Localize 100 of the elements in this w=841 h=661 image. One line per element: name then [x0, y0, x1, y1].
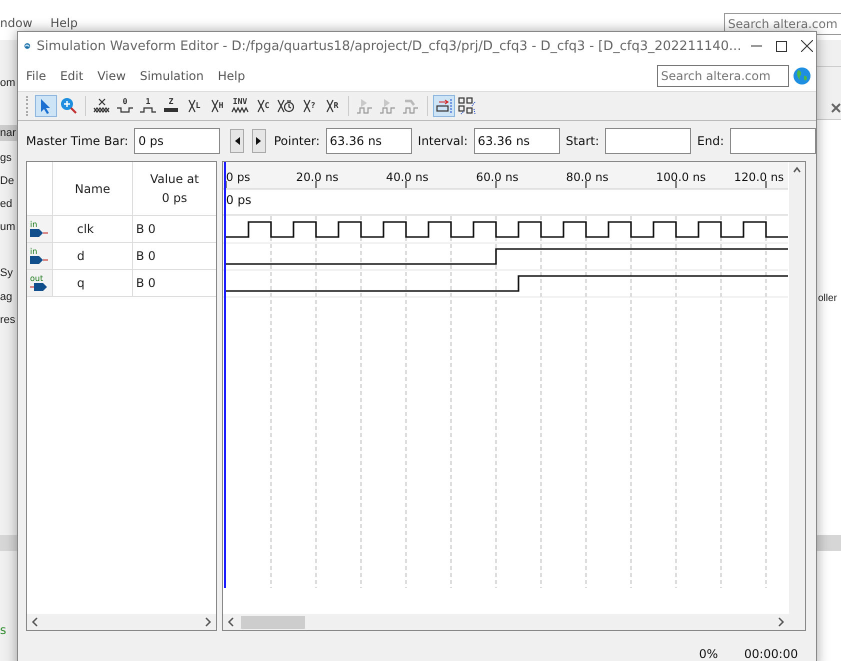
panel-text: res: [0, 313, 16, 328]
field-label: End:: [697, 134, 724, 148]
menu-item[interactable]: View: [95, 68, 135, 82]
transition-icon: [210, 98, 219, 114]
direction-label: in: [30, 248, 38, 256]
signal-value: B 0: [136, 249, 156, 263]
pointer-field[interactable]: 63.36 ns: [326, 128, 412, 154]
panel-text: ed: [0, 197, 12, 212]
input-pin-icon: [30, 256, 48, 264]
right-triangle-icon: [256, 137, 262, 145]
output-pin-icon: [30, 283, 48, 291]
field-label: Interval:: [418, 134, 468, 148]
scroll-right-icon[interactable]: [204, 617, 212, 627]
cursor-time-label: 0 ps: [226, 193, 252, 207]
globe-icon[interactable]: [793, 66, 811, 84]
search-field[interactable]: Search altera.com: [657, 64, 789, 86]
weak-high-tool-button[interactable]: H: [206, 95, 228, 117]
next-button[interactable]: [252, 129, 266, 153]
start-field[interactable]: [605, 128, 692, 154]
signal-row[interactable]: out q B 0: [27, 270, 216, 297]
panel-text: De: [0, 174, 14, 189]
menu-item[interactable]: Simulation: [138, 68, 213, 82]
panel-text: gs: [0, 151, 12, 166]
scroll-left-icon[interactable]: [31, 617, 39, 627]
waveform-run-icon: [379, 97, 397, 115]
signal-name: q: [77, 276, 85, 290]
pointer-icon: [40, 98, 52, 114]
cross-hatch-icon: [93, 97, 111, 115]
random-tool-button[interactable]: R: [321, 95, 343, 117]
scroll-up-icon[interactable]: [793, 165, 801, 175]
progress-text: 0%: [699, 647, 718, 661]
time-ruler-label: 20.0 ns: [296, 170, 339, 184]
panel-text: Sy: [0, 266, 13, 281]
scroll-left-icon[interactable]: [227, 617, 235, 627]
waveform-run-icon: [356, 97, 374, 115]
step-icon: [116, 106, 134, 114]
field-label: Pointer:: [274, 134, 320, 148]
invert-tool-button[interactable]: INV: [229, 95, 251, 117]
signal-name: d: [77, 249, 85, 263]
menu-item[interactable]: Edit: [58, 68, 92, 82]
time-ruler-label: 120.0 ns: [734, 170, 784, 184]
maximize-icon[interactable]: [776, 40, 788, 52]
forcing-low-tool-button[interactable]: 0: [114, 95, 136, 117]
menu-item[interactable]: File: [24, 68, 56, 82]
zigzag-icon: [231, 106, 249, 114]
signal-name: clk: [77, 222, 94, 236]
clock-icon: [277, 98, 295, 114]
panel-text: ag: [0, 290, 12, 305]
count-tool-button[interactable]: C: [252, 95, 274, 117]
field-label: Start:: [566, 134, 600, 148]
minimize-icon[interactable]: [751, 45, 762, 47]
bar-icon: [162, 106, 180, 114]
signal-row[interactable]: in clk B 0: [27, 216, 216, 243]
direction-label: in: [30, 221, 38, 229]
step-icon: [139, 106, 157, 114]
scroll-right-icon[interactable]: [777, 617, 785, 627]
interval-field[interactable]: 63.36 ns: [474, 128, 560, 154]
transition-icon: [188, 98, 196, 114]
elapsed-time: 00:00:00: [744, 647, 798, 661]
scrollbar-thumb[interactable]: [241, 616, 305, 628]
field-label: Master Time Bar:: [26, 134, 128, 148]
snap-tool-button[interactable]: [433, 95, 455, 117]
menu-item[interactable]: Help: [50, 16, 78, 30]
panel-text: om: [0, 76, 16, 91]
input-pin-icon: [30, 229, 48, 237]
time-ruler-label: 60.0 ns: [476, 170, 519, 184]
hammer-icon: [402, 97, 420, 115]
pointer-tool-button[interactable]: [35, 95, 57, 117]
menu-item[interactable]: Help: [216, 68, 254, 82]
previous-button[interactable]: [230, 129, 244, 153]
direction-label: out: [30, 275, 44, 283]
column-header: 0 ps: [162, 191, 188, 205]
column-header: Value at: [150, 172, 199, 186]
close-icon[interactable]: [800, 40, 813, 52]
master-time-field[interactable]: 0 ps: [134, 128, 220, 154]
panel-text: oller: [818, 293, 837, 304]
overwrite-tool-button[interactable]: [456, 95, 478, 117]
window-title: Simulation Waveform Editor - D:/fpga/quartus18/aproject/D_cfq3/prj/D_cfq3 - D_cfq3 - [D_cfq3_202211140...: [36, 38, 742, 54]
panel-text: s: [0, 623, 6, 637]
transition-icon: [326, 98, 334, 114]
transition-icon: [302, 98, 311, 114]
forcing-high-tool-button[interactable]: 1: [137, 95, 159, 117]
end-field[interactable]: [730, 128, 816, 154]
time-ruler-label: 80.0 ns: [566, 170, 609, 184]
signal-row[interactable]: in d B 0: [27, 243, 216, 270]
signal-value: B 0: [136, 276, 156, 290]
snap-grid-icon: [435, 98, 453, 114]
dont-care-tool-button[interactable]: ?: [298, 95, 320, 117]
high-impedance-tool-button[interactable]: Z: [160, 95, 182, 117]
time-ruler-label: 0 ps: [226, 170, 250, 184]
panel-text: nar: [0, 125, 18, 141]
column-header: Name: [74, 182, 110, 196]
panel-text: um: [0, 220, 16, 235]
weak-low-tool-button[interactable]: L: [183, 95, 205, 117]
signal-value: B 0: [136, 222, 156, 236]
grid-select-icon: [458, 97, 476, 115]
time-ruler-label: 40.0 ns: [386, 170, 429, 184]
time-ruler-label: 100.0 ns: [656, 170, 706, 184]
left-triangle-icon: [234, 137, 240, 145]
menu-item[interactable]: ndow: [0, 16, 32, 30]
